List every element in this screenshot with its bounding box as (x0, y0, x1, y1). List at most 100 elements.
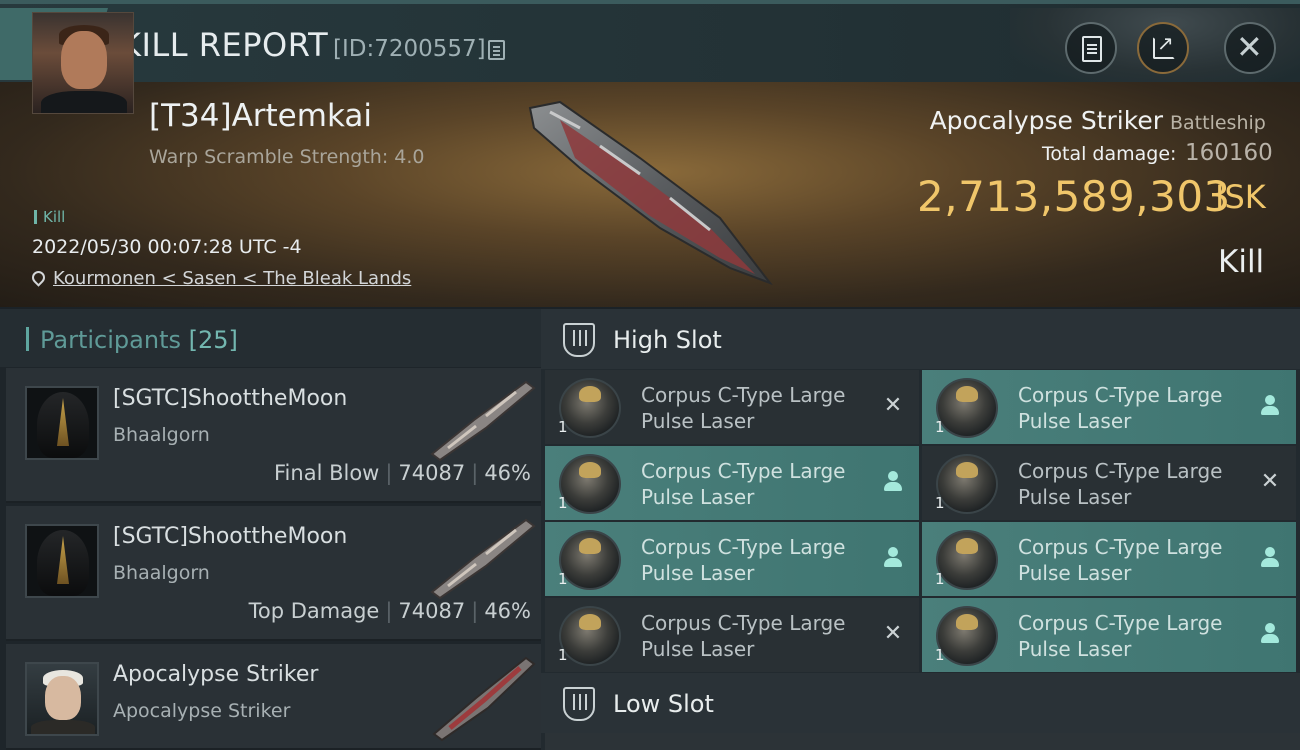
destroyed-x-icon: ✕ (1260, 469, 1280, 494)
participant-card[interactable]: [SGTC]ShoottheMoon Bhaalgorn Final Blow |… (6, 368, 541, 503)
module-name: Corpus C-Type Large Pulse Laser (1018, 383, 1223, 433)
module-slot[interactable]: 1 Corpus C-Type Large Pulse Laser (545, 522, 919, 596)
participant-ship-image (430, 380, 536, 462)
module-quantity: 1 (558, 570, 568, 588)
pulse-laser-icon (559, 454, 621, 514)
kill-tag: Kill (34, 208, 65, 226)
pulse-laser-icon (936, 454, 998, 514)
module-slot[interactable]: 1 Corpus C-Type Large Pulse Laser (922, 370, 1296, 444)
participant-damage: 74087 (398, 599, 466, 623)
location-link[interactable]: Kourmonen < Sasen < The Bleak Lands (53, 268, 411, 289)
isk-value: 2,713,589,303 (917, 172, 1231, 221)
module-quantity: 1 (935, 570, 945, 588)
dropped-user-icon (881, 546, 905, 570)
module-slot[interactable]: 1 Corpus C-Type Large Pulse Laser (545, 446, 919, 520)
low-slot-icon (563, 687, 595, 721)
report-id: [ID:7200557] (333, 36, 486, 62)
module-name: Corpus C-Type Large Pulse Laser (641, 611, 846, 661)
fitting-panel: High Slot 1 Corpus C-Type Large Pulse Las… (541, 309, 1300, 750)
participant-damage: 74087 (398, 461, 466, 485)
low-slot-row-partial (545, 733, 1300, 750)
victim-name[interactable]: [T34]Artemkai (149, 98, 372, 134)
module-quantity: 1 (558, 646, 568, 664)
low-slot-label: Low Slot (613, 690, 714, 718)
module-name: Corpus C-Type Large Pulse Laser (641, 535, 846, 585)
participant-name: [SGTC]ShoottheMoon (113, 524, 348, 549)
high-slot-icon (563, 323, 595, 357)
clipboard-icon (1082, 36, 1102, 62)
victim-ship-name[interactable]: Apocalypse Striker (930, 106, 1163, 135)
module-slot[interactable]: 1 Corpus C-Type Large Pulse Laser ✕ (545, 370, 919, 444)
high-slot-header: High Slot (541, 309, 1300, 369)
participant-name: Apocalypse Striker (113, 662, 319, 687)
pulse-laser-icon (936, 606, 998, 666)
module-slot[interactable]: 1 Corpus C-Type Large Pulse Laser (922, 598, 1296, 672)
pulse-laser-icon (559, 530, 621, 590)
participant-portrait (25, 386, 99, 460)
participant-card[interactable]: Apocalypse Striker Apocalypse Striker (6, 644, 541, 750)
pulse-laser-icon (936, 378, 998, 438)
dropped-user-icon (1258, 394, 1282, 418)
high-slot-label: High Slot (613, 326, 722, 354)
victim-ship-class: Battleship (1170, 112, 1266, 134)
kill-result: Kill (1218, 244, 1265, 280)
participant-stats: Final Blow | 74087 | 46% (274, 461, 531, 485)
clipboard-button[interactable] (1065, 22, 1117, 74)
share-button[interactable] (1137, 22, 1189, 74)
pulse-laser-icon (559, 378, 621, 438)
module-name: Corpus C-Type Large Pulse Laser (641, 459, 846, 509)
module-slot[interactable]: 1 Corpus C-Type Large Pulse Laser ✕ (545, 598, 919, 672)
total-damage-value: 160160 (1185, 140, 1273, 166)
participant-name: [SGTC]ShoottheMoon (113, 386, 348, 411)
module-slot[interactable]: 1 Corpus C-Type Large Pulse Laser (922, 522, 1296, 596)
total-damage-label: Total damage: (1042, 143, 1177, 165)
module-quantity: 1 (935, 494, 945, 512)
destroyed-x-icon: ✕ (883, 393, 903, 418)
kill-timestamp: 2022/05/30 00:07:28 UTC -4 (32, 236, 302, 258)
header-bar: KILL REPORT [ID:7200557] ✕ (0, 0, 1300, 86)
participant-portrait (25, 524, 99, 598)
participant-card[interactable]: [SGTC]ShoottheMoon Bhaalgorn Top Damage |… (6, 506, 541, 641)
close-icon: ✕ (1236, 28, 1263, 66)
module-quantity: 1 (935, 646, 945, 664)
victim-portrait[interactable] (32, 12, 134, 114)
participant-ship: Bhaalgorn (113, 562, 210, 584)
module-name: Corpus C-Type Large Pulse Laser (1018, 611, 1223, 661)
participant-ship-image (432, 656, 536, 742)
kill-location[interactable]: Kourmonen < Sasen < The Bleak Lands (29, 268, 411, 289)
victim-ship-render (528, 100, 773, 286)
module-name: Corpus C-Type Large Pulse Laser (641, 383, 846, 433)
participants-label: Participants (40, 326, 181, 354)
participant-ship-image (430, 518, 536, 600)
low-slot-header: Low Slot (541, 673, 1300, 733)
participants-panel: Participants [25] [SGTC]ShoottheMoon Bha… (0, 309, 541, 750)
participant-ship: Apocalypse Striker (113, 700, 291, 722)
destroyed-x-icon: ✕ (883, 621, 903, 646)
warp-scramble-strength: Warp Scramble Strength: 4.0 (149, 146, 425, 168)
participant-ship: Bhaalgorn (113, 424, 210, 446)
participant-stats: Top Damage | 74087 | 46% (248, 599, 531, 623)
page-title: KILL REPORT (120, 26, 329, 64)
dropped-user-icon (1258, 622, 1282, 646)
participant-percent: 46% (484, 599, 531, 623)
module-name: Corpus C-Type Large Pulse Laser (1018, 535, 1223, 585)
module-name: Corpus C-Type Large Pulse Laser (1018, 459, 1223, 509)
module-slot[interactable]: 1 Corpus C-Type Large Pulse Laser ✕ (922, 446, 1296, 520)
dropped-user-icon (881, 470, 905, 494)
close-button[interactable]: ✕ (1224, 22, 1276, 74)
dropped-user-icon (1258, 546, 1282, 570)
participant-role: Top Damage (248, 599, 380, 623)
module-quantity: 1 (558, 494, 568, 512)
location-pin-icon (29, 268, 48, 287)
participants-header[interactable]: Participants [25] (0, 309, 541, 367)
participant-portrait (25, 662, 99, 736)
share-icon (1153, 31, 1175, 59)
pulse-laser-icon (559, 606, 621, 666)
copy-icon[interactable] (488, 40, 505, 60)
participant-role: Final Blow (274, 461, 380, 485)
participants-count: [25] (188, 326, 238, 354)
isk-unit: ISK (1215, 178, 1266, 216)
pulse-laser-icon (936, 530, 998, 590)
participant-percent: 46% (484, 461, 531, 485)
module-quantity: 1 (935, 418, 945, 436)
